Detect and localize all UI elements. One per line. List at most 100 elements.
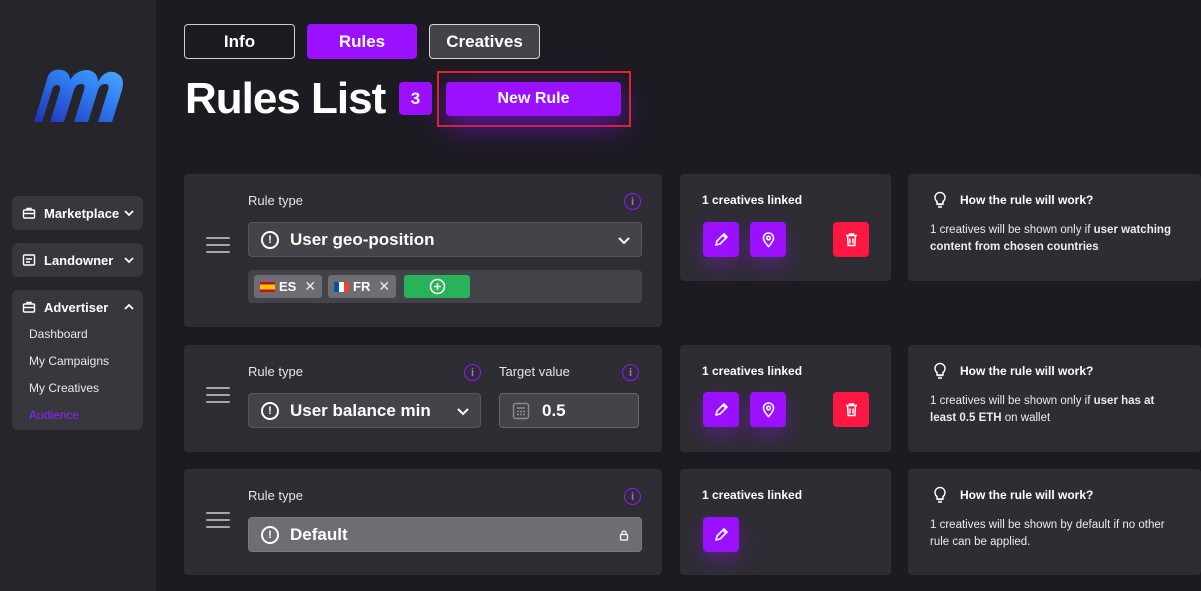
page-title: Rules List xyxy=(185,74,386,123)
rule-type-label: Rule type xyxy=(248,364,303,379)
nav-advertiser[interactable]: Advertiser xyxy=(12,290,143,324)
creatives-linked-label: 1 creatives linked xyxy=(702,488,803,502)
drag-handle-icon[interactable] xyxy=(206,387,230,405)
rule-type-label: Rule type xyxy=(248,193,303,208)
lightbulb-icon xyxy=(934,486,946,503)
chevron-up-icon xyxy=(124,303,134,310)
linked-card: 1 creatives linked xyxy=(680,174,891,281)
target-value-label: Target value xyxy=(499,364,570,379)
nav-group-advertiser: Advertiser Dashboard My Campaigns My Cre… xyxy=(12,290,143,430)
trash-icon xyxy=(845,233,857,247)
drag-handle-icon[interactable] xyxy=(206,237,230,255)
calculator-icon xyxy=(512,402,530,419)
pencil-icon xyxy=(714,528,728,541)
sidebar-item-my-creatives[interactable]: My Creatives xyxy=(12,378,143,405)
how-title: How the rule will work? xyxy=(960,364,1094,378)
rule-type-value: User balance min xyxy=(290,400,431,420)
edit-button[interactable] xyxy=(703,517,739,552)
drag-handle-icon[interactable] xyxy=(206,512,230,530)
info-icon[interactable]: i xyxy=(624,488,641,505)
delete-button[interactable] xyxy=(833,392,869,427)
chevron-down-icon xyxy=(457,407,469,415)
chevron-down-icon xyxy=(618,236,630,244)
rule-card: Rule type i ! User geo-position ES ✕ FR … xyxy=(184,174,662,327)
country-code: ES xyxy=(279,279,297,294)
country-tag: ES ✕ xyxy=(254,275,323,298)
spain-flag-icon xyxy=(260,281,275,292)
lightbulb-icon xyxy=(934,191,946,208)
how-it-works-card: How the rule will work? 1 creatives will… xyxy=(908,174,1201,281)
country-tag: FR ✕ xyxy=(328,275,397,298)
rule-type-value: User geo-position xyxy=(290,229,435,249)
alert-circle-icon: ! xyxy=(261,230,279,249)
pencil-icon xyxy=(714,233,728,246)
nav-group-marketplace: Marketplace xyxy=(12,196,143,230)
rule-card: Rule type i Target value i ! User balanc… xyxy=(184,345,662,452)
linked-card: 1 creatives linked xyxy=(680,469,891,575)
app-logo[interactable] xyxy=(30,66,126,126)
how-text-plain: on wallet xyxy=(1001,412,1051,424)
sidebar-item-dashboard[interactable]: Dashboard xyxy=(12,324,143,351)
nav-marketplace[interactable]: Marketplace xyxy=(12,196,143,230)
how-text-plain: 1 creatives will be shown only if xyxy=(930,395,1094,407)
how-text-plain: 1 creatives will be shown only if xyxy=(930,224,1094,236)
info-icon[interactable]: i xyxy=(624,193,641,210)
how-it-works-card: How the rule will work? 1 creatives will… xyxy=(908,345,1201,452)
sidebar-item-my-campaigns[interactable]: My Campaigns xyxy=(12,351,143,378)
info-icon[interactable]: i xyxy=(464,364,481,381)
land-icon xyxy=(22,254,36,266)
map-pin-icon xyxy=(762,232,774,248)
sidebar-item-audience[interactable]: Audience xyxy=(12,405,143,432)
tab-creatives[interactable]: Creatives xyxy=(429,24,540,59)
pencil-icon xyxy=(714,403,728,416)
new-rule-button[interactable]: New Rule xyxy=(446,82,621,116)
briefcase-icon xyxy=(22,301,36,313)
delete-button[interactable] xyxy=(833,222,869,257)
rule-type-select[interactable]: ! User geo-position xyxy=(248,222,642,257)
country-tags-field[interactable]: ES ✕ FR ✕ xyxy=(248,270,642,303)
nav-advertiser-label: Advertiser xyxy=(44,299,109,315)
nav-landowner-label: Landowner xyxy=(44,252,114,268)
edit-button[interactable] xyxy=(703,222,739,257)
rule-type-select: ! Default xyxy=(248,517,642,552)
tab-rules[interactable]: Rules xyxy=(307,24,417,59)
add-country-button[interactable] xyxy=(404,275,470,298)
chevron-down-icon xyxy=(124,257,134,264)
lightbulb-icon xyxy=(934,362,946,379)
target-value-input[interactable]: 0.5 xyxy=(499,393,639,428)
remove-tag-icon[interactable]: ✕ xyxy=(378,278,390,295)
linked-card: 1 creatives linked xyxy=(680,345,891,452)
trash-icon xyxy=(845,403,857,417)
lock-icon xyxy=(619,529,629,541)
how-description: 1 creatives will be shown only if user h… xyxy=(930,393,1180,427)
chevron-down-icon xyxy=(124,210,134,217)
sidebar: Marketplace Landowner Advertiser Dashboa… xyxy=(0,0,156,591)
rule-card: Rule type i ! Default xyxy=(184,469,662,575)
nav-marketplace-label: Marketplace xyxy=(44,205,120,221)
info-icon[interactable]: i xyxy=(622,364,639,381)
how-text-plain: 1 creatives will be shown by default if … xyxy=(930,519,1165,548)
france-flag-icon xyxy=(334,281,349,292)
location-button[interactable] xyxy=(750,222,786,257)
location-button[interactable] xyxy=(750,392,786,427)
rule-type-value: Default xyxy=(290,524,348,544)
plus-circle-icon xyxy=(429,278,445,295)
rules-count-badge: 3 xyxy=(399,82,432,115)
alert-circle-icon: ! xyxy=(261,525,279,544)
rule-type-label: Rule type xyxy=(248,488,303,503)
alert-circle-icon: ! xyxy=(261,401,279,420)
nav-landowner[interactable]: Landowner xyxy=(12,243,143,277)
creatives-linked-label: 1 creatives linked xyxy=(702,193,803,207)
remove-tag-icon[interactable]: ✕ xyxy=(304,278,316,295)
country-code: FR xyxy=(353,279,371,294)
nav-group-landowner: Landowner xyxy=(12,243,143,277)
how-title: How the rule will work? xyxy=(960,193,1094,207)
creatives-linked-label: 1 creatives linked xyxy=(702,364,803,378)
how-title: How the rule will work? xyxy=(960,488,1094,502)
edit-button[interactable] xyxy=(703,392,739,427)
how-description: 1 creatives will be shown by default if … xyxy=(930,517,1180,551)
briefcase-icon xyxy=(22,207,36,219)
tab-info[interactable]: Info xyxy=(184,24,295,59)
target-value: 0.5 xyxy=(542,400,566,420)
rule-type-select[interactable]: ! User balance min xyxy=(248,393,481,428)
